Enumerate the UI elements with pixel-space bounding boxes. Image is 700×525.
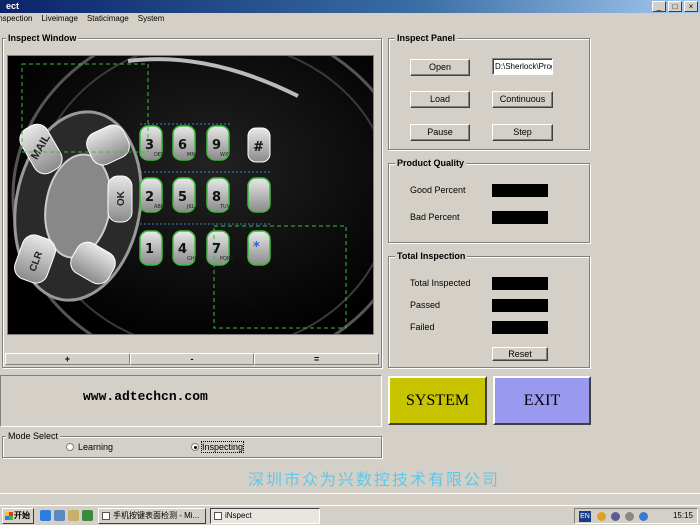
inspecting-label: Inspecting — [200, 441, 245, 453]
inspect-window-title: Inspect Window — [6, 33, 79, 43]
key-mno: MNO — [187, 152, 199, 158]
key-wxyz: WXYZ — [220, 152, 235, 158]
status-bar — [0, 493, 700, 503]
system-button[interactable]: SYSTEM — [388, 376, 487, 425]
clock: 15:15 — [672, 511, 693, 520]
continuous-button[interactable]: Continuous — [492, 91, 553, 108]
good-percent-value — [492, 184, 548, 197]
key-def: DEF — [154, 152, 164, 158]
key-2: 2 — [145, 190, 154, 205]
total-inspected-label: Total Inspected — [410, 278, 471, 288]
inspection-image: MAIL OK CLR 1 2 3 4 5 6 7 8 9 * # ABC DE… — [7, 55, 374, 335]
exit-button[interactable]: EXIT — [493, 376, 591, 425]
menu-bar: Inspection Liveimage Staticimage System — [0, 13, 700, 25]
mode-select-title: Mode Select — [6, 431, 61, 441]
zoom-in-button[interactable]: + — [5, 353, 130, 365]
key-jkl: JKL — [186, 204, 195, 210]
zoom-fit-button[interactable]: = — [254, 353, 380, 365]
inspect-panel-title: Inspect Panel — [395, 33, 458, 43]
inspecting-radio[interactable] — [191, 443, 199, 451]
key-5: 5 — [178, 190, 187, 205]
key-3: 3 — [145, 138, 154, 153]
key-7: 7 — [212, 242, 221, 257]
windows-flag-icon — [5, 512, 13, 520]
key-ok-label: OK — [116, 190, 127, 206]
menu-liveimage[interactable]: Liveimage — [41, 13, 77, 25]
company-name: 深圳市众为兴数控技术有限公司 — [248, 470, 501, 489]
open-button[interactable]: Open — [410, 59, 470, 76]
key-abc: ABC — [154, 204, 165, 210]
ime-icon[interactable] — [597, 512, 606, 521]
failed-label: Failed — [410, 322, 435, 332]
keypad-image: MAIL OK CLR 1 2 3 4 5 6 7 8 9 * # ABC DE… — [8, 56, 373, 334]
reset-button[interactable]: Reset — [492, 347, 548, 361]
maximize-button[interactable]: □ — [668, 1, 682, 12]
key-1: 1 — [145, 242, 154, 257]
key-tuv: TUV — [219, 204, 231, 210]
window-icon — [214, 512, 222, 520]
product-quality-group: Product Quality — [388, 158, 590, 243]
ie-icon[interactable] — [40, 510, 51, 521]
url-panel: www.adtechcn.com — [0, 375, 382, 427]
passed-label: Passed — [410, 300, 441, 310]
language-indicator[interactable]: EN — [579, 511, 591, 522]
zoom-bar: + - = — [5, 353, 380, 365]
key-4: 4 — [178, 242, 187, 257]
product-quality-title: Product Quality — [395, 158, 467, 168]
step-button[interactable]: Step — [492, 124, 553, 141]
website-url: www.adtechcn.com — [83, 389, 208, 404]
pause-button[interactable]: Pause — [410, 124, 470, 141]
menu-staticimage[interactable]: Staticimage — [87, 13, 129, 25]
total-inspected-value — [492, 277, 548, 290]
zoom-out-button[interactable]: - — [129, 353, 255, 365]
key-star: * — [253, 240, 260, 255]
passed-value — [492, 299, 548, 312]
network-icon[interactable] — [611, 512, 620, 521]
good-percent-label: Good Percent — [410, 185, 466, 195]
desktop-icon[interactable] — [68, 510, 79, 521]
failed-value — [492, 321, 548, 334]
learning-radio[interactable] — [66, 443, 74, 451]
load-button[interactable]: Load — [410, 91, 470, 108]
task-inspect-label: iNspect — [225, 511, 252, 520]
key-9: 9 — [212, 138, 221, 153]
window-icon — [102, 512, 110, 520]
key-hash: # — [253, 140, 264, 155]
key-pqrs: PQRS — [220, 256, 234, 262]
key-6: 6 — [178, 138, 187, 153]
task-inspect[interactable]: iNspect — [210, 508, 320, 524]
system-tray: EN 15:15 — [574, 508, 698, 524]
bad-percent-label: Bad Percent — [410, 212, 460, 222]
outlook-icon[interactable] — [54, 510, 65, 521]
learning-label: Learning — [78, 442, 114, 452]
key-8: 8 — [212, 190, 221, 205]
volume-icon[interactable] — [625, 512, 634, 521]
start-button[interactable]: 开始 — [2, 508, 34, 524]
minimize-button[interactable]: _ — [652, 1, 666, 12]
total-inspection-group: Total Inspection — [388, 251, 590, 368]
taskbar: 开始 手机按键表面检测 - Mi... iNspect EN 15:15 — [0, 505, 700, 525]
start-label: 开始 — [14, 511, 30, 520]
tray-app-icon[interactable] — [639, 512, 648, 521]
title-bar: ect _ □ × — [0, 0, 700, 13]
program-path-field[interactable]: D:\Sherlock\Prog — [492, 58, 553, 75]
bad-percent-value — [492, 211, 548, 224]
task-browser-label: 手机按键表面检测 - Mi... — [113, 511, 200, 520]
total-inspection-title: Total Inspection — [395, 251, 468, 261]
menu-inspection[interactable]: Inspection — [0, 13, 32, 25]
menu-system[interactable]: System — [138, 13, 165, 25]
key-ghi: GHI — [187, 256, 196, 262]
window-title: ect — [6, 1, 20, 11]
media-icon[interactable] — [82, 510, 93, 521]
close-button[interactable]: × — [684, 1, 698, 12]
task-browser[interactable]: 手机按键表面检测 - Mi... — [98, 508, 206, 524]
